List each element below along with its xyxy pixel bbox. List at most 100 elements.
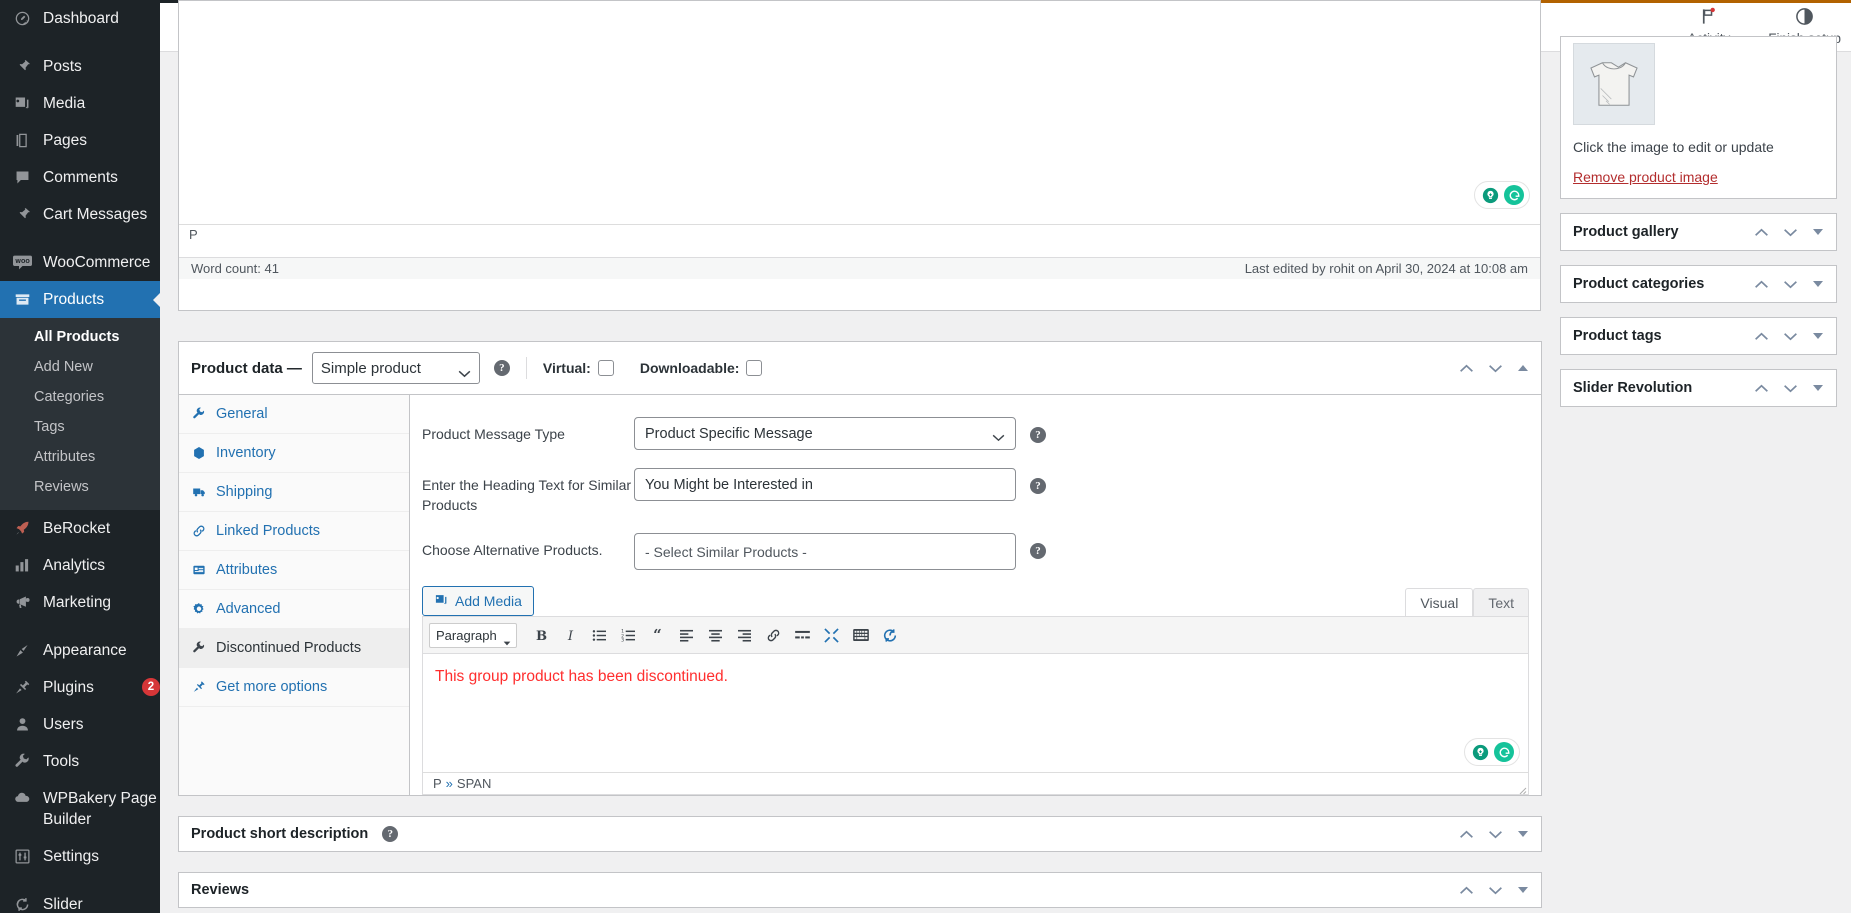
sidebar-item-settings[interactable]: Settings xyxy=(0,838,160,875)
undo-icon[interactable] xyxy=(876,622,903,649)
insert-link-icon[interactable] xyxy=(760,622,787,649)
sidebar-item-comments[interactable]: Comments xyxy=(0,159,160,196)
sidebar-item-woocommerce[interactable]: WOO WooCommerce xyxy=(0,244,160,281)
remove-product-image-link[interactable]: Remove product image xyxy=(1573,169,1718,185)
sidebar-item-marketing[interactable]: Marketing xyxy=(0,584,160,621)
alt-products-help-icon[interactable]: ? xyxy=(1030,533,1046,559)
product-short-description-panel[interactable]: Product short description ? xyxy=(178,816,1542,852)
move-up-button[interactable] xyxy=(1754,384,1769,393)
sidebar-item-posts[interactable]: Posts xyxy=(0,48,160,85)
heading-text-help-icon[interactable]: ? xyxy=(1030,468,1046,494)
sidebar-item-wpbakery[interactable]: WPBakery Page Builder xyxy=(0,780,160,838)
sidebar-item-analytics[interactable]: Analytics xyxy=(0,547,160,584)
product-tags-panel[interactable]: Product tags xyxy=(1560,317,1837,355)
toggle-panel-button[interactable] xyxy=(1812,280,1824,288)
sidebar-item-products[interactable]: Products xyxy=(0,281,160,318)
sidebar-item-slider-revolution[interactable]: Slider Revolution xyxy=(0,886,160,913)
toggle-panel-button[interactable] xyxy=(1517,364,1529,372)
product-type-select[interactable]: Simple product xyxy=(311,352,480,384)
sidebar-item-cart-messages[interactable]: Cart Messages xyxy=(0,196,160,233)
product-type-help-icon[interactable]: ? xyxy=(493,360,510,376)
move-up-button[interactable] xyxy=(1459,886,1474,895)
sidebar-item-users[interactable]: Users xyxy=(0,706,160,743)
move-up-button[interactable] xyxy=(1459,364,1474,373)
align-center-icon[interactable] xyxy=(702,622,729,649)
tab-attributes[interactable]: Attributes xyxy=(179,551,409,590)
move-down-button[interactable] xyxy=(1783,332,1798,341)
grammarly-suggestion-icon[interactable] xyxy=(1470,742,1490,762)
move-down-button[interactable] xyxy=(1488,830,1503,839)
sidebar-item-berocket[interactable]: BeRocket xyxy=(0,510,160,547)
tab-get-more-options[interactable]: Get more options xyxy=(179,668,409,707)
sidebar-item-dashboard[interactable]: Dashboard xyxy=(0,0,160,37)
blockquote-icon[interactable]: “ xyxy=(644,622,671,649)
grammarly-suggestion-icon[interactable] xyxy=(1480,185,1500,205)
product-gallery-panel[interactable]: Product gallery xyxy=(1560,213,1837,251)
editor-content-area[interactable]: This group product has been discontinued… xyxy=(423,654,1528,772)
similar-products-select[interactable]: - Select Similar Products - xyxy=(634,533,1016,570)
sidebar-item-plugins[interactable]: Plugins 2 xyxy=(0,669,160,706)
submenu-item-tags[interactable]: Tags xyxy=(0,412,160,442)
tab-discontinued-products[interactable]: Discontinued Products xyxy=(179,629,409,668)
downloadable-checkbox-label[interactable]: Downloadable: xyxy=(640,360,763,376)
submenu-item-attributes[interactable]: Attributes xyxy=(0,442,160,472)
toggle-panel-button[interactable] xyxy=(1812,228,1824,236)
bold-icon[interactable]: B xyxy=(528,622,555,649)
read-more-icon[interactable] xyxy=(789,622,816,649)
move-up-button[interactable] xyxy=(1459,830,1474,839)
format-select[interactable]: Paragraph xyxy=(429,622,517,648)
virtual-checkbox-label[interactable]: Virtual: xyxy=(543,360,614,376)
align-right-icon[interactable] xyxy=(731,622,758,649)
grammarly-logo-icon[interactable] xyxy=(1504,185,1524,205)
fullscreen-icon[interactable] xyxy=(818,622,845,649)
reviews-panel[interactable]: Reviews xyxy=(178,872,1542,908)
tab-shipping[interactable]: Shipping xyxy=(179,473,409,512)
italic-icon[interactable]: I xyxy=(557,622,584,649)
message-type-help-icon[interactable]: ? xyxy=(1030,417,1046,443)
move-down-button[interactable] xyxy=(1783,280,1798,289)
move-up-button[interactable] xyxy=(1754,280,1769,289)
short-description-help-icon[interactable]: ? xyxy=(382,826,399,842)
toggle-panel-button[interactable] xyxy=(1812,384,1824,392)
tab-visual[interactable]: Visual xyxy=(1405,588,1474,616)
move-up-button[interactable] xyxy=(1754,332,1769,341)
grammarly-widget[interactable] xyxy=(1464,738,1520,766)
sidebar-item-pages[interactable]: Pages xyxy=(0,122,160,159)
submenu-item-reviews[interactable]: Reviews xyxy=(0,472,160,502)
sidebar-item-tools[interactable]: Tools xyxy=(0,743,160,780)
align-left-icon[interactable] xyxy=(673,622,700,649)
submenu-item-add-new[interactable]: Add New xyxy=(0,352,160,382)
grammarly-logo-icon[interactable] xyxy=(1494,742,1514,762)
grammarly-widget[interactable] xyxy=(1474,181,1530,209)
heading-text-input[interactable] xyxy=(634,468,1016,501)
toggle-panel-button[interactable] xyxy=(1517,830,1529,838)
description-editor-body[interactable]: P Word count: 41 Last edited by rohit on… xyxy=(179,1,1540,279)
toggle-panel-button[interactable] xyxy=(1517,886,1529,894)
tab-inventory[interactable]: Inventory xyxy=(179,434,409,473)
toggle-panel-button[interactable] xyxy=(1812,332,1824,340)
sidebar-item-appearance[interactable]: Appearance xyxy=(0,632,160,669)
product-thumbnail[interactable] xyxy=(1573,43,1655,125)
tab-general[interactable]: General xyxy=(179,395,409,434)
numbered-list-icon[interactable]: 123 xyxy=(615,622,642,649)
tab-text[interactable]: Text xyxy=(1473,588,1529,616)
product-message-type-select[interactable]: Product Specific Message xyxy=(634,417,1016,450)
move-down-button[interactable] xyxy=(1488,886,1503,895)
submenu-item-categories[interactable]: Categories xyxy=(0,382,160,412)
tab-advanced[interactable]: Advanced xyxy=(179,590,409,629)
bulleted-list-icon[interactable] xyxy=(586,622,613,649)
product-categories-panel[interactable]: Product categories xyxy=(1560,265,1837,303)
add-media-button[interactable]: Add Media xyxy=(422,586,534,616)
submenu-item-all-products[interactable]: All Products xyxy=(0,322,160,352)
virtual-checkbox[interactable] xyxy=(597,360,614,376)
downloadable-checkbox[interactable] xyxy=(746,360,763,376)
move-up-button[interactable] xyxy=(1754,228,1769,237)
slider-revolution-panel[interactable]: Slider Revolution xyxy=(1560,369,1837,407)
move-down-button[interactable] xyxy=(1783,228,1798,237)
tab-linked-products[interactable]: Linked Products xyxy=(179,512,409,551)
sidebar-item-media[interactable]: Media xyxy=(0,85,160,122)
move-down-button[interactable] xyxy=(1783,384,1798,393)
editor-resize-handle[interactable] xyxy=(1517,783,1527,795)
toolbar-toggle-icon[interactable] xyxy=(847,622,874,649)
move-down-button[interactable] xyxy=(1488,364,1503,373)
